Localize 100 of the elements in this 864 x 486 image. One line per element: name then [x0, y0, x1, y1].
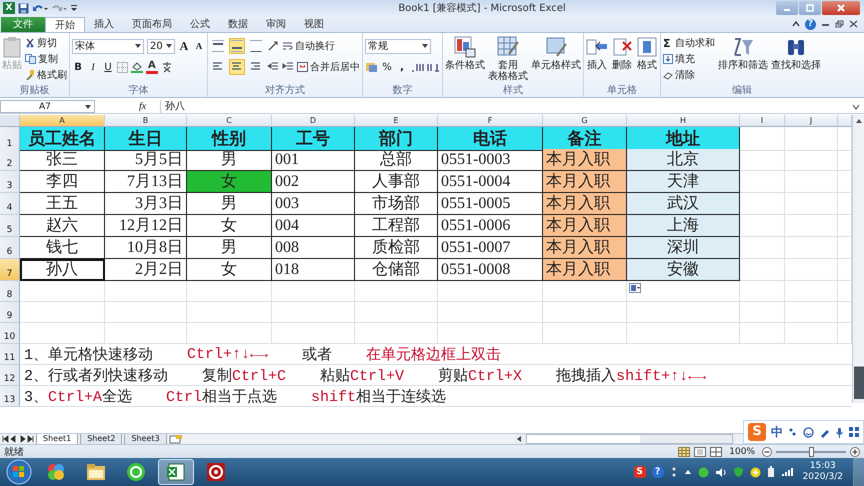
format-as-table-button[interactable]: 套用 表格格式	[488, 35, 528, 83]
smiley-icon[interactable]	[803, 426, 814, 438]
sheet-tab[interactable]: Sheet3	[124, 434, 167, 444]
name-box[interactable]: A7	[0, 100, 95, 113]
shrink-font-button[interactable]: A	[193, 41, 205, 51]
taskbar-app[interactable]	[158, 459, 194, 485]
column-header[interactable]: J	[785, 115, 838, 127]
sogou-tray-logo[interactable]: S	[634, 466, 646, 478]
row-header[interactable]: 13	[0, 386, 20, 407]
row-header[interactable]: 12	[0, 365, 20, 386]
align-center-button[interactable]	[229, 59, 245, 75]
ribbon-tab[interactable]: 数据	[219, 17, 257, 32]
cut-button[interactable]: 剪切	[25, 36, 67, 50]
delete-cells-button[interactable]: 删除	[611, 35, 633, 72]
scroll-up-icon[interactable]	[854, 117, 864, 125]
shield-icon[interactable]	[732, 466, 744, 478]
column-header[interactable]: F	[438, 115, 543, 127]
column-header[interactable]: A	[20, 115, 105, 127]
zoom-level[interactable]: 100%	[726, 446, 758, 456]
ribbon-tab[interactable]: 插入	[85, 17, 123, 32]
align-top-button[interactable]	[210, 38, 226, 54]
collapse-ribbon-icon[interactable]	[792, 20, 800, 28]
tray-icon[interactable]	[670, 466, 678, 478]
undo-icon[interactable]	[32, 2, 48, 14]
speaker-icon[interactable]	[714, 466, 727, 478]
row-header[interactable]: 2	[0, 149, 20, 171]
plus-icon[interactable]	[750, 466, 761, 478]
formula-input[interactable]: 孙八	[160, 100, 848, 113]
cell-styles-button[interactable]: 单元格样式	[531, 35, 581, 72]
column-header[interactable]: E	[355, 115, 438, 127]
ribbon-tab[interactable]: 公式	[181, 17, 219, 32]
insert-sheet-icon[interactable]	[168, 434, 183, 444]
align-middle-button[interactable]	[229, 38, 245, 54]
page-break-view-icon[interactable]	[710, 446, 722, 456]
autosum-button[interactable]: Σ 自动求和	[663, 36, 715, 50]
ribbon-tab[interactable]: 文件	[1, 17, 45, 32]
input-method-toolbar[interactable]: S 中	[743, 420, 864, 444]
row-header[interactable]: 10	[0, 323, 20, 344]
percent-button[interactable]: %	[381, 62, 393, 72]
row-header[interactable]: 1	[0, 127, 20, 151]
sheet-tab[interactable]: Sheet1	[36, 434, 78, 444]
save-icon[interactable]	[18, 2, 29, 14]
italic-button[interactable]: I	[87, 62, 99, 72]
expand-icon[interactable]	[852, 102, 860, 110]
insert-cells-button[interactable]: 插入	[586, 35, 608, 72]
row-header[interactable]: 9	[0, 302, 20, 323]
row-header[interactable]: 4	[0, 193, 20, 215]
zoom-out-icon[interactable]	[762, 446, 772, 456]
fill-button[interactable]: 填充	[663, 52, 715, 66]
clock[interactable]: 15:03 2020/3/2	[798, 461, 847, 483]
wrap-text-button[interactable]: 自动换行	[282, 39, 335, 53]
normal-view-icon[interactable]	[678, 446, 690, 456]
format-cells-button[interactable]: 格式	[636, 35, 658, 72]
input-mode-button[interactable]: 中	[771, 424, 783, 440]
punctuation-icon[interactable]	[788, 427, 798, 437]
sort-filter-button[interactable]: 排序和筛选	[718, 35, 768, 72]
sheet-navigation-icon[interactable]	[2, 435, 34, 443]
grow-font-button[interactable]: A	[178, 38, 190, 54]
microphone-icon[interactable]	[835, 426, 844, 438]
vertical-scrollbar[interactable]	[852, 115, 864, 403]
column-header[interactable]: B	[105, 115, 187, 127]
restore-icon[interactable]	[835, 20, 844, 28]
align-bottom-button[interactable]	[248, 38, 264, 54]
decrease-decimal-icon[interactable]	[427, 61, 440, 73]
column-header[interactable]: H	[627, 115, 740, 127]
close-icon[interactable]	[849, 20, 858, 28]
insert-function-button[interactable]: fx	[99, 101, 156, 112]
row-header[interactable]: 3	[0, 171, 20, 193]
close-button[interactable]	[822, 1, 860, 15]
font-size-field[interactable]: 20	[147, 38, 175, 54]
battery-icon[interactable]	[766, 466, 775, 478]
ribbon-tab[interactable]: 页面布局	[123, 17, 181, 32]
font-color-button[interactable]: A	[146, 60, 158, 74]
paste-options-icon[interactable]	[629, 283, 641, 293]
column-header[interactable]: C	[187, 115, 272, 127]
row-header[interactable]: 6	[0, 237, 20, 259]
tray-icon[interactable]	[698, 466, 709, 478]
border-icon[interactable]	[117, 62, 128, 72]
font-name-field[interactable]: 宋体	[72, 38, 144, 54]
ribbon-tab[interactable]: 审阅	[257, 17, 295, 32]
row-header[interactable]: 8	[0, 281, 20, 302]
clear-button[interactable]: 清除	[663, 68, 715, 82]
increase-decimal-icon[interactable]	[411, 61, 424, 73]
customize-icon[interactable]	[70, 2, 78, 14]
sheet-tab[interactable]: Sheet2	[80, 434, 122, 444]
grid-icon[interactable]	[849, 427, 859, 437]
help-tray-button[interactable]: ?	[652, 466, 664, 478]
column-header[interactable]: D	[272, 115, 355, 127]
find-select-button[interactable]: 查找和选择	[771, 35, 821, 72]
format-painter-button[interactable]: 格式刷	[25, 68, 67, 82]
ribbon-tab[interactable]: 视图	[295, 17, 333, 32]
column-header[interactable]: I	[740, 115, 785, 127]
fill-color-icon[interactable]	[131, 61, 143, 73]
bold-button[interactable]: B	[72, 62, 84, 72]
zoom-slider-thumb[interactable]	[809, 446, 814, 456]
row-header[interactable]: 5	[0, 215, 20, 237]
row-header[interactable]: 11	[0, 344, 20, 365]
phonetic-icon[interactable]	[160, 61, 173, 73]
ribbon-tab[interactable]: 开始	[45, 17, 85, 32]
show-hidden-icon[interactable]	[684, 468, 692, 476]
